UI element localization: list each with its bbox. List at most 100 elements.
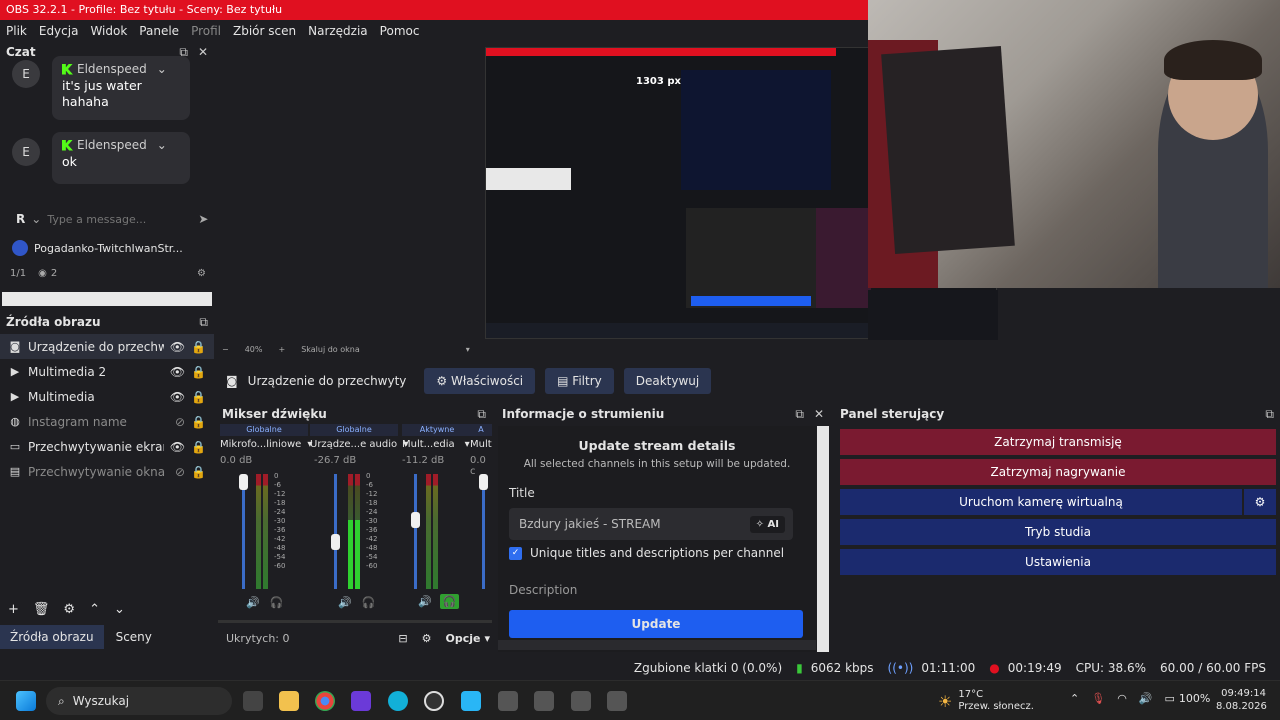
studio-mode-button[interactable]: Tryb studia: [840, 519, 1276, 545]
source-item[interactable]: ▶ Multimedia 👁 🔒: [0, 384, 214, 409]
chat-channel[interactable]: Pogadanko-TwitchIwanStr...: [12, 240, 183, 256]
checkbox-checked-icon[interactable]: ✓: [509, 546, 522, 560]
headphones-icon[interactable]: 🎧: [270, 596, 284, 609]
update-button[interactable]: Update: [509, 610, 803, 638]
menu-tools[interactable]: Narzędzia: [308, 24, 368, 38]
unique-titles-checkbox-row[interactable]: ✓ Unique titles and descriptions per cha…: [509, 546, 784, 560]
speaker-icon[interactable]: 🔊: [338, 596, 352, 609]
source-item[interactable]: ◍ Instagram name ⊘ 🔒: [0, 409, 214, 434]
menu-help[interactable]: Pomoc: [380, 24, 420, 38]
properties-button[interactable]: ⚙ Właściwości: [424, 368, 536, 394]
clipchamp-icon[interactable]: [351, 691, 371, 711]
chrome-icon[interactable]: [315, 691, 335, 711]
menu-scene-collection[interactable]: Zbiór scen: [233, 24, 296, 38]
app-icon[interactable]: [534, 691, 554, 711]
app-icon[interactable]: [571, 691, 591, 711]
stop-streaming-button[interactable]: Zatrzymaj transmisję: [840, 429, 1276, 455]
menu-view[interactable]: Widok: [90, 24, 127, 38]
battery-icon[interactable]: ▭: [1165, 692, 1175, 705]
mixer-hscroll[interactable]: [218, 620, 492, 623]
lock-icon[interactable]: 🔒: [191, 415, 206, 429]
gear-icon[interactable]: ⚙: [63, 602, 75, 617]
stop-recording-button[interactable]: Zatrzymaj nagrywanie: [840, 459, 1276, 485]
tab-scenes[interactable]: Sceny: [106, 625, 162, 649]
source-item[interactable]: ▤ Przechwytywanie okna ⊘ 🔒: [0, 459, 214, 484]
chevron-down-icon[interactable]: ⌄: [157, 138, 167, 152]
volume-slider-handle[interactable]: [239, 474, 248, 490]
chevron-down-icon[interactable]: ⌄: [157, 62, 167, 76]
lock-icon[interactable]: 🔒: [191, 440, 206, 454]
gear-icon[interactable]: ⚙: [1244, 489, 1276, 515]
eye-hidden-icon[interactable]: ⊘: [175, 415, 185, 429]
chevron-down-icon[interactable]: ▾: [466, 345, 470, 354]
eye-icon[interactable]: 👁: [170, 390, 185, 404]
volume-slider-handle[interactable]: [479, 474, 488, 490]
undock-icon[interactable]: ⧉: [199, 315, 208, 330]
volume-slider[interactable]: [334, 474, 337, 589]
stream-info-hscroll[interactable]: [498, 640, 816, 650]
stream-info-vscroll[interactable]: [817, 426, 829, 652]
scale-mode-select[interactable]: Skaluj do okna: [301, 345, 360, 354]
chevron-up-icon[interactable]: ⌃: [1070, 692, 1079, 705]
options-button[interactable]: Opcje: [445, 632, 480, 645]
undock-icon[interactable]: ⧉: [795, 407, 804, 422]
send-icon[interactable]: ➤: [198, 212, 208, 226]
source-item[interactable]: ▭ Przechwytywanie ekranu 👁 🔒: [0, 434, 214, 459]
chevron-down-icon[interactable]: ▾: [484, 632, 490, 645]
volume-slider[interactable]: [482, 474, 485, 589]
notepad-icon[interactable]: [461, 691, 481, 711]
canva-icon[interactable]: [388, 691, 408, 711]
chevron-down-icon[interactable]: ⌄: [31, 212, 41, 226]
speaker-icon[interactable]: 🔊: [246, 596, 260, 609]
zoom-in-icon[interactable]: +: [278, 345, 285, 354]
title-input[interactable]: Bzdury jakieś - STREAM ✧ AI: [509, 508, 793, 540]
windows-start-icon[interactable]: [16, 691, 36, 711]
eye-icon[interactable]: 👁: [170, 440, 185, 454]
app-icon[interactable]: [498, 691, 518, 711]
source-item[interactable]: ▶ Multimedia 2 👁 🔒: [0, 359, 214, 384]
filters-button[interactable]: ▤ Filtry: [545, 368, 614, 394]
volume-slider[interactable]: [414, 474, 417, 589]
move-up-icon[interactable]: ⌃: [89, 602, 100, 617]
chat-username[interactable]: Eldenspeed: [77, 138, 147, 152]
eye-hidden-icon[interactable]: ⊘: [175, 465, 185, 479]
undock-icon[interactable]: ⧉: [477, 407, 486, 422]
volume-slider-handle[interactable]: [331, 534, 340, 550]
zoom-out-icon[interactable]: −: [222, 345, 229, 354]
volume-slider-handle[interactable]: [411, 512, 420, 528]
eye-icon[interactable]: 👁: [170, 365, 185, 379]
tab-sources[interactable]: Źródła obrazu: [0, 625, 104, 649]
close-icon[interactable]: ✕: [198, 45, 208, 60]
headphones-icon[interactable]: 🎧: [362, 596, 376, 609]
lock-icon[interactable]: 🔒: [191, 390, 206, 404]
chat-input[interactable]: [47, 212, 193, 226]
app-icon[interactable]: [607, 691, 627, 711]
file-explorer-icon[interactable]: [279, 691, 299, 711]
gear-icon[interactable]: ⚙: [197, 268, 206, 279]
lock-icon[interactable]: 🔒: [191, 340, 206, 354]
lock-icon[interactable]: 🔒: [191, 465, 206, 479]
trash-icon[interactable]: 🗑: [33, 602, 50, 617]
volume-icon[interactable]: 🔊: [1139, 692, 1153, 705]
volume-slider[interactable]: [242, 474, 245, 589]
gear-icon[interactable]: ⚙: [422, 632, 432, 645]
task-view-icon[interactable]: [243, 691, 263, 711]
close-icon[interactable]: ✕: [814, 407, 824, 422]
chat-scroll-bar[interactable]: [2, 292, 212, 306]
menu-edit[interactable]: Edycja: [39, 24, 79, 38]
headphones-icon[interactable]: 🎧: [439, 594, 460, 609]
speaker-icon[interactable]: 🔊: [418, 595, 432, 608]
menu-profile[interactable]: Profil: [191, 24, 221, 38]
microphone-icon[interactable]: 🎙: [1091, 692, 1105, 705]
chat-username[interactable]: Eldenspeed: [77, 62, 147, 76]
menu-file[interactable]: Plik: [6, 24, 27, 38]
lock-icon[interactable]: 🔒: [191, 365, 206, 379]
source-item[interactable]: ◙ Urządzenie do przechwyty 👁 🔒: [0, 334, 214, 359]
wifi-icon[interactable]: ◠: [1117, 692, 1127, 705]
settings-button[interactable]: Ustawienia: [840, 549, 1276, 575]
eye-icon[interactable]: 👁: [170, 340, 185, 354]
undock-icon[interactable]: ⧉: [1265, 407, 1274, 422]
obs-icon[interactable]: [424, 691, 444, 711]
layout-icon[interactable]: ⊟: [398, 632, 407, 645]
start-virtual-camera-button[interactable]: Uruchom kamerę wirtualną: [840, 489, 1242, 515]
